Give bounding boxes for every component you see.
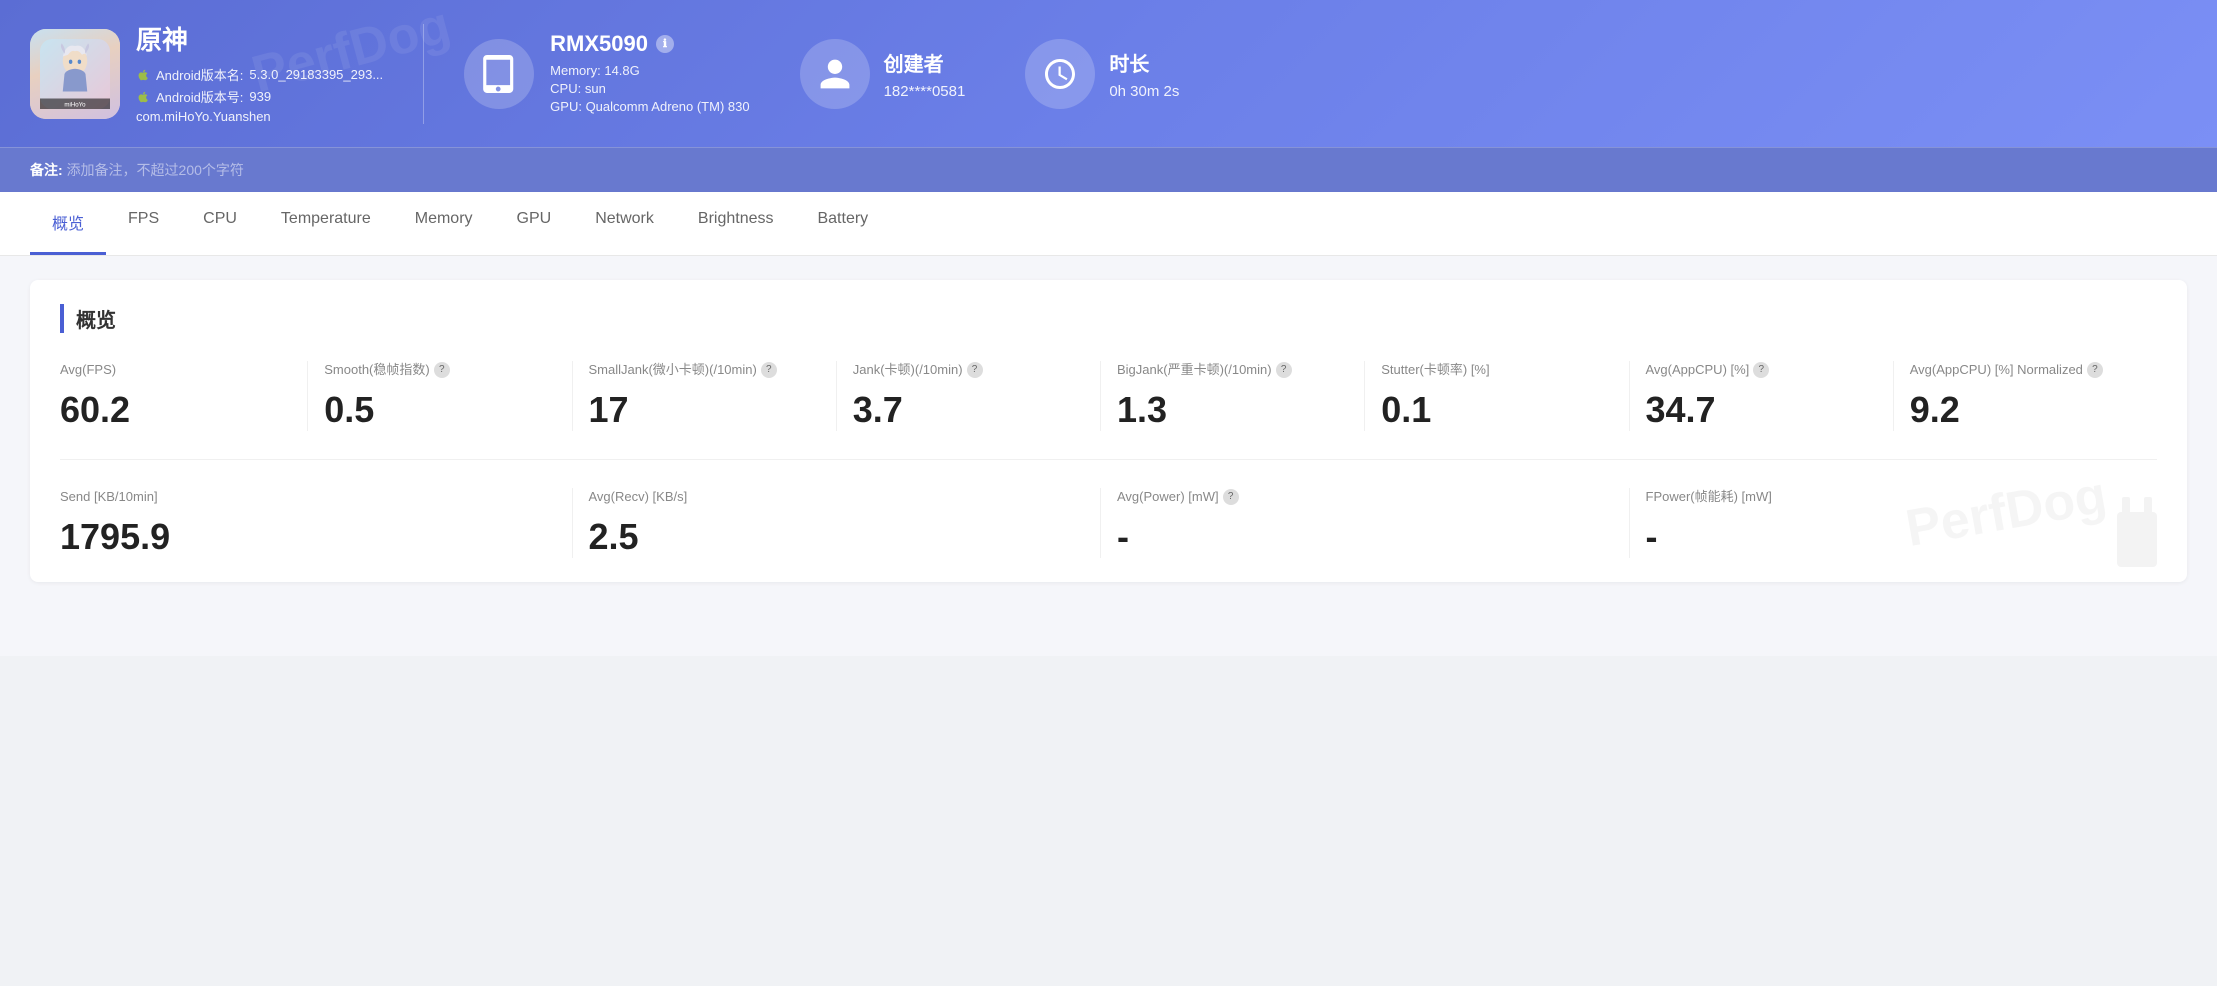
stat-stutter-label: Stutter(卡顿率) [%] xyxy=(1381,361,1612,379)
stat-send: Send [KB/10min] 1795.9 xyxy=(60,488,573,558)
stat-app-cpu-value: 34.7 xyxy=(1646,389,1877,431)
person-icon xyxy=(817,56,853,92)
tab-cpu[interactable]: CPU xyxy=(181,192,259,255)
stat-fpower-label: FPower(帧能耗) [mW] xyxy=(1646,488,2142,506)
tab-brightness[interactable]: Brightness xyxy=(676,192,796,255)
stat-big-jank: BigJank(严重卡顿)(/10min) ? 1.3 xyxy=(1101,361,1365,431)
device-info-block: RMX5090 ℹ Memory: 14.8G CPU: sun GPU: Qu… xyxy=(550,31,749,117)
stat-stutter: Stutter(卡顿率) [%] 0.1 xyxy=(1365,361,1629,431)
stat-jank: Jank(卡顿)(/10min) ? 3.7 xyxy=(837,361,1101,431)
clock-icon xyxy=(1042,56,1078,92)
stat-send-value: 1795.9 xyxy=(60,516,556,558)
creator-circle-icon xyxy=(800,39,870,109)
tab-battery[interactable]: Battery xyxy=(795,192,890,255)
stat-small-jank-value: 17 xyxy=(589,389,820,431)
stat-avg-fps: Avg(FPS) 60.2 xyxy=(60,361,308,431)
stat-app-cpu-norm: Avg(AppCPU) [%] Normalized ? 9.2 xyxy=(1894,361,2157,431)
stat-big-jank-value: 1.3 xyxy=(1117,389,1348,431)
stat-smooth-value: 0.5 xyxy=(324,389,555,431)
tab-memory[interactable]: Memory xyxy=(393,192,495,255)
android-version-no: Android版本号: 939 xyxy=(136,87,383,106)
device-info-badge[interactable]: ℹ xyxy=(656,35,674,53)
stat-app-cpu-norm-label: Avg(AppCPU) [%] Normalized ? xyxy=(1910,361,2141,379)
creator-section: 创建者 182****0581 xyxy=(800,39,966,109)
app-icon: miHoYo xyxy=(30,29,120,119)
nav-tabs: 概览 FPS CPU Temperature Memory GPU Networ… xyxy=(0,192,2217,256)
notes-bar: 备注: 添加备注，不超过200个字符 xyxy=(0,147,2217,192)
smooth-help-icon[interactable]: ? xyxy=(434,362,450,378)
tab-network[interactable]: Network xyxy=(573,192,676,255)
device-name: RMX5090 ℹ xyxy=(550,31,749,57)
stat-app-cpu: Avg(AppCPU) [%] ? 34.7 xyxy=(1630,361,1894,431)
stat-power-value: - xyxy=(1117,516,1613,558)
duration-value: 0h 30m 2s xyxy=(1109,83,1179,100)
creator-value: 182****0581 xyxy=(884,83,966,100)
stats-row-1: Avg(FPS) 60.2 Smooth(稳帧指数) ? 0.5 SmallJa… xyxy=(60,361,2157,460)
main-content: PerfDog 概览 Avg(FPS) 60.2 Smooth(稳帧指数) ? xyxy=(0,256,2217,656)
stat-small-jank: SmallJank(微小卡顿)(/10min) ? 17 xyxy=(573,361,837,431)
stat-avg-fps-value: 60.2 xyxy=(60,389,291,431)
stat-app-cpu-norm-value: 9.2 xyxy=(1910,389,2141,431)
stat-fpower-value: - xyxy=(1646,516,2142,558)
duration-info-block: 时长 0h 30m 2s xyxy=(1109,48,1179,100)
app-text-block: 原神 Android版本名: 5.3.0_29183395_293... And… xyxy=(136,20,383,127)
android-icon xyxy=(136,68,150,82)
jank-help-icon[interactable]: ? xyxy=(967,362,983,378)
app-header: miHoYo 原神 Android版本名: 5.3.0_29183395_293… xyxy=(0,0,2217,147)
stat-stutter-value: 0.1 xyxy=(1381,389,1612,431)
tablet-icon xyxy=(480,55,518,93)
notes-label: 备注: xyxy=(30,162,63,178)
android-icon2 xyxy=(136,90,150,104)
stat-power-label: Avg(Power) [mW] ? xyxy=(1117,488,1613,506)
svg-text:miHoYo: miHoYo xyxy=(64,101,86,108)
duration-circle-icon xyxy=(1025,39,1095,109)
duration-section: 时长 0h 30m 2s xyxy=(1025,39,1179,109)
stat-smooth: Smooth(稳帧指数) ? 0.5 xyxy=(308,361,572,431)
app-info-section: miHoYo 原神 Android版本名: 5.3.0_29183395_293… xyxy=(30,20,383,127)
device-circle-icon xyxy=(464,39,534,109)
overview-card: PerfDog 概览 Avg(FPS) 60.2 Smooth(稳帧指数) ? xyxy=(30,280,2187,582)
section-title: 概览 xyxy=(60,304,2157,333)
stat-send-label: Send [KB/10min] xyxy=(60,488,556,506)
stat-jank-value: 3.7 xyxy=(853,389,1084,431)
power-help-icon[interactable]: ? xyxy=(1223,489,1239,505)
device-cpu: CPU: sun xyxy=(550,81,749,96)
device-gpu: GPU: Qualcomm Adreno (TM) 830 xyxy=(550,99,749,114)
android-version-name: Android版本名: 5.3.0_29183395_293... xyxy=(136,65,383,84)
big-jank-help-icon[interactable]: ? xyxy=(1276,362,1292,378)
stat-small-jank-label: SmallJank(微小卡顿)(/10min) ? xyxy=(589,361,820,379)
tab-temperature[interactable]: Temperature xyxy=(259,192,393,255)
stats-row-2: Send [KB/10min] 1795.9 Avg(Recv) [KB/s] … xyxy=(60,488,2157,558)
stat-app-cpu-label: Avg(AppCPU) [%] ? xyxy=(1646,361,1877,379)
app-cpu-help-icon[interactable]: ? xyxy=(1753,362,1769,378)
stat-big-jank-label: BigJank(严重卡顿)(/10min) ? xyxy=(1117,361,1348,379)
device-memory: Memory: 14.8G xyxy=(550,63,749,78)
stat-smooth-label: Smooth(稳帧指数) ? xyxy=(324,361,555,379)
stat-power: Avg(Power) [mW] ? - xyxy=(1101,488,1630,558)
stat-fpower: FPower(帧能耗) [mW] - xyxy=(1630,488,2158,558)
tab-fps[interactable]: FPS xyxy=(106,192,181,255)
creator-label: 创建者 xyxy=(884,48,966,77)
app-cpu-norm-help-icon[interactable]: ? xyxy=(2087,362,2103,378)
tab-gpu[interactable]: GPU xyxy=(495,192,574,255)
creator-info-block: 创建者 182****0581 xyxy=(884,48,966,100)
small-jank-help-icon[interactable]: ? xyxy=(761,362,777,378)
header-divider xyxy=(423,24,424,124)
stat-recv-label: Avg(Recv) [KB/s] xyxy=(589,488,1085,506)
app-package: com.miHoYo.Yuanshen xyxy=(136,109,383,124)
stat-jank-label: Jank(卡顿)(/10min) ? xyxy=(853,361,1084,379)
app-name: 原神 xyxy=(136,20,383,57)
duration-label: 时长 xyxy=(1109,48,1179,77)
stat-recv-value: 2.5 xyxy=(589,516,1085,558)
tab-overview[interactable]: 概览 xyxy=(30,192,106,255)
notes-placeholder[interactable]: 添加备注，不超过200个字符 xyxy=(67,162,244,178)
stat-avg-fps-label: Avg(FPS) xyxy=(60,361,291,379)
stat-recv: Avg(Recv) [KB/s] 2.5 xyxy=(573,488,1102,558)
device-section: RMX5090 ℹ Memory: 14.8G CPU: sun GPU: Qu… xyxy=(464,31,749,117)
